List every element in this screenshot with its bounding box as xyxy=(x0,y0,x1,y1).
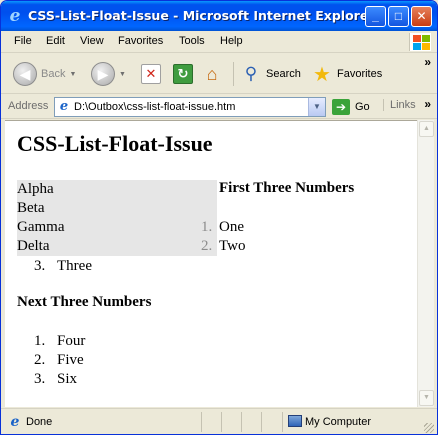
list-number: 2. xyxy=(34,352,46,368)
page-title: CSS-List-Float-Issue xyxy=(17,131,213,156)
list-item: One xyxy=(219,219,244,235)
resize-grip-icon[interactable] xyxy=(424,423,434,433)
address-input[interactable]: e D:\Outbox\css-list-float-issue.htm ▼ xyxy=(54,97,326,117)
status-pane-divider xyxy=(261,412,262,432)
list-number: 2. xyxy=(201,238,213,254)
ie-logo-icon: e xyxy=(9,6,21,26)
list-item: Six xyxy=(57,371,78,387)
status-pane-divider xyxy=(201,412,202,432)
title-bar[interactable]: e CSS-List-Float-Issue - Microsoft Inter… xyxy=(1,1,437,31)
address-dropdown-icon[interactable]: ▼ xyxy=(308,98,325,116)
favorites-star-icon: ★ xyxy=(313,63,331,86)
float-list-item: Gamma xyxy=(17,219,65,235)
browser-window: e CSS-List-Float-Issue - Microsoft Inter… xyxy=(0,0,438,435)
search-label: Search xyxy=(266,68,301,80)
list-number: 1. xyxy=(201,219,213,235)
vertical-scrollbar[interactable]: ▲ ▼ xyxy=(417,120,434,407)
scroll-down-icon[interactable]: ▼ xyxy=(419,390,434,406)
forward-dropdown-icon[interactable]: ▼ xyxy=(119,71,126,78)
menu-edit[interactable]: Edit xyxy=(46,35,65,47)
windows-logo-icon xyxy=(409,33,431,51)
menu-view[interactable]: View xyxy=(80,35,104,47)
home-icon: ⌂ xyxy=(206,63,218,84)
back-label: Back xyxy=(41,68,66,80)
section1-heading: First Three Numbers xyxy=(219,180,355,196)
address-bar: Address e D:\Outbox\css-list-float-issue… xyxy=(1,95,437,119)
list-item: Four xyxy=(57,333,86,349)
go-arrow-icon: ➔ xyxy=(332,99,350,115)
home-button[interactable]: ⌂ xyxy=(202,60,222,88)
menu-file[interactable]: File xyxy=(14,35,32,47)
back-arrow-icon: ◀ xyxy=(13,62,37,86)
address-label: Address xyxy=(8,100,49,112)
float-list: Alpha Beta Gamma Delta xyxy=(17,180,217,256)
maximize-button[interactable]: □ xyxy=(388,6,409,27)
security-zone: My Computer xyxy=(305,416,372,428)
address-value: D:\Outbox\css-list-float-issue.htm xyxy=(74,101,236,113)
float-list-item: Delta xyxy=(17,238,50,254)
refresh-icon: ↻ xyxy=(173,64,193,84)
toolbar-separator xyxy=(233,62,234,86)
status-text: Done xyxy=(26,416,53,428)
toolbar-overflow-icon[interactable]: » xyxy=(424,55,431,69)
links-overflow-icon[interactable]: » xyxy=(424,97,431,111)
section2-heading: Next Three Numbers xyxy=(17,294,152,310)
float-list-item: Beta xyxy=(17,200,45,216)
page-status-icon: e xyxy=(10,414,20,430)
list-item: Five xyxy=(57,352,84,368)
go-label: Go xyxy=(355,101,370,113)
status-bar: e Done My Computer xyxy=(1,408,437,434)
stop-icon: ✕ xyxy=(141,64,161,84)
list-number: 1. xyxy=(34,333,46,349)
status-pane-divider xyxy=(221,412,222,432)
toolbar: ◀ Back ▼ ▶ ▼ ✕ ↻ ⌂ ⚲ Search ★ Favorites … xyxy=(1,54,437,94)
forward-button[interactable]: ▶ ▼ xyxy=(91,60,126,88)
menu-favorites[interactable]: Favorites xyxy=(118,35,163,47)
close-button[interactable]: ✕ xyxy=(411,6,432,27)
list-number: 3. xyxy=(34,258,46,274)
list-item: Two xyxy=(219,238,246,254)
page-content: CSS-List-Float-Issue Alpha Beta Gamma De… xyxy=(5,120,417,407)
favorites-button[interactable]: ★ Favorites xyxy=(312,60,382,88)
refresh-button[interactable]: ↻ xyxy=(173,60,193,88)
back-button[interactable]: ◀ Back ▼ xyxy=(13,60,76,88)
scroll-up-icon[interactable]: ▲ xyxy=(419,121,434,137)
search-icon: ⚲ xyxy=(244,64,258,83)
stop-button[interactable]: ✕ xyxy=(141,60,161,88)
list-item: Three xyxy=(57,258,92,274)
favorites-label: Favorites xyxy=(337,68,383,80)
window-title: CSS-List-Float-Issue - Microsoft Interne… xyxy=(28,8,375,23)
minimize-button[interactable]: _ xyxy=(365,6,386,27)
list-number: 3. xyxy=(34,371,46,387)
float-list-item: Alpha xyxy=(17,181,54,197)
page-icon: e xyxy=(59,99,69,114)
menu-bar: File Edit View Favorites Tools Help xyxy=(1,31,437,53)
search-button[interactable]: ⚲ Search xyxy=(241,60,301,88)
status-pane-divider xyxy=(282,412,283,432)
my-computer-icon xyxy=(288,415,302,427)
status-pane-divider xyxy=(241,412,242,432)
links-button[interactable]: Links xyxy=(383,99,416,111)
forward-arrow-icon: ▶ xyxy=(91,62,115,86)
menu-tools[interactable]: Tools xyxy=(179,35,205,47)
go-button[interactable]: ➔ Go xyxy=(332,99,370,115)
menu-help[interactable]: Help xyxy=(220,35,243,47)
back-dropdown-icon[interactable]: ▼ xyxy=(69,71,76,78)
